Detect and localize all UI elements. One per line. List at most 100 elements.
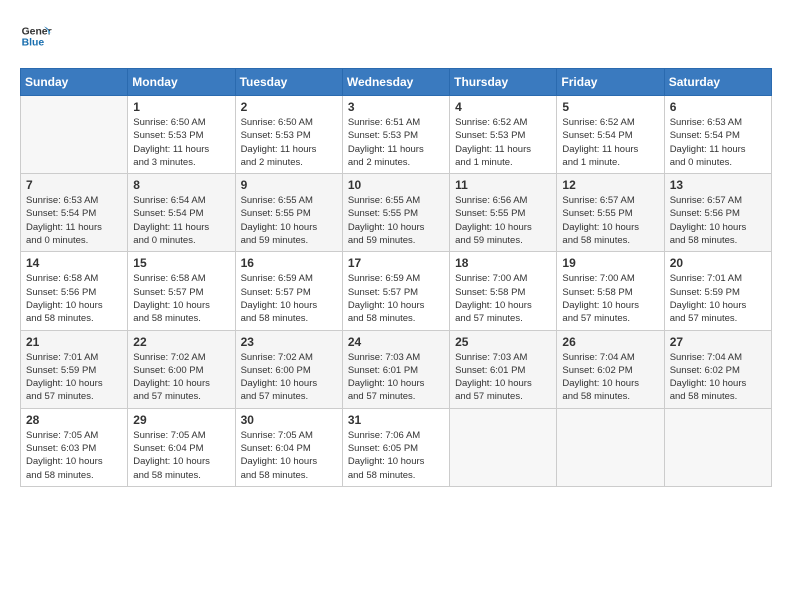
day-number: 2 xyxy=(241,100,337,114)
column-header-thursday: Thursday xyxy=(450,69,557,96)
calendar-cell: 12 Sunrise: 6:57 AM Sunset: 5:55 PM Dayli… xyxy=(557,174,664,252)
calendar-cell: 21 Sunrise: 7:01 AM Sunset: 5:59 PM Dayli… xyxy=(21,330,128,408)
day-number: 14 xyxy=(26,256,122,270)
day-number: 9 xyxy=(241,178,337,192)
day-number: 12 xyxy=(562,178,658,192)
day-number: 26 xyxy=(562,335,658,349)
calendar-cell: 30 Sunrise: 7:05 AM Sunset: 6:04 PM Dayli… xyxy=(235,408,342,486)
day-number: 5 xyxy=(562,100,658,114)
day-info: Sunrise: 6:59 AM Sunset: 5:57 PM Dayligh… xyxy=(348,272,444,325)
day-info: Sunrise: 6:58 AM Sunset: 5:56 PM Dayligh… xyxy=(26,272,122,325)
calendar-cell: 23 Sunrise: 7:02 AM Sunset: 6:00 PM Dayli… xyxy=(235,330,342,408)
calendar-cell: 16 Sunrise: 6:59 AM Sunset: 5:57 PM Dayli… xyxy=(235,252,342,330)
calendar-cell: 15 Sunrise: 6:58 AM Sunset: 5:57 PM Dayli… xyxy=(128,252,235,330)
svg-text:Blue: Blue xyxy=(22,38,45,49)
day-info: Sunrise: 6:55 AM Sunset: 5:55 PM Dayligh… xyxy=(241,194,337,247)
column-header-saturday: Saturday xyxy=(664,69,771,96)
day-number: 28 xyxy=(26,413,122,427)
week-row-3: 14 Sunrise: 6:58 AM Sunset: 5:56 PM Dayli… xyxy=(21,252,772,330)
calendar-cell: 4Sunrise: 6:52 AM Sunset: 5:53 PM Daylig… xyxy=(450,96,557,174)
calendar-cell: 18 Sunrise: 7:00 AM Sunset: 5:58 PM Dayli… xyxy=(450,252,557,330)
day-number: 18 xyxy=(455,256,551,270)
calendar-cell: 1 Sunrise: 6:50 AM Sunset: 5:53 PM Daylig… xyxy=(128,96,235,174)
calendar-cell: 20Sunrise: 7:01 AM Sunset: 5:59 PM Dayli… xyxy=(664,252,771,330)
day-info: Sunrise: 7:03 AM Sunset: 6:01 PM Dayligh… xyxy=(348,351,444,404)
column-header-tuesday: Tuesday xyxy=(235,69,342,96)
day-number: 3 xyxy=(348,100,444,114)
calendar-cell: 13 Sunrise: 6:57 AM Sunset: 5:56 PM Dayli… xyxy=(664,174,771,252)
logo-icon: General Blue xyxy=(20,20,52,52)
calendar-cell: 14 Sunrise: 6:58 AM Sunset: 5:56 PM Dayli… xyxy=(21,252,128,330)
day-info: Sunrise: 7:04 AM Sunset: 6:02 PM Dayligh… xyxy=(562,351,658,404)
day-info: Sunrise: 6:50 AM Sunset: 5:53 PM Dayligh… xyxy=(241,116,337,169)
day-number: 30 xyxy=(241,413,337,427)
day-info: Sunrise: 6:53 AM Sunset: 5:54 PM Dayligh… xyxy=(670,116,766,169)
logo: General Blue xyxy=(20,20,52,52)
day-number: 19 xyxy=(562,256,658,270)
day-number: 4 xyxy=(455,100,551,114)
column-header-monday: Monday xyxy=(128,69,235,96)
day-number: 29 xyxy=(133,413,229,427)
calendar-cell: 2 Sunrise: 6:50 AM Sunset: 5:53 PM Daylig… xyxy=(235,96,342,174)
day-info: Sunrise: 6:54 AM Sunset: 5:54 PM Dayligh… xyxy=(133,194,229,247)
day-info: Sunrise: 6:57 AM Sunset: 5:55 PM Dayligh… xyxy=(562,194,658,247)
day-number: 21 xyxy=(26,335,122,349)
day-number: 15 xyxy=(133,256,229,270)
day-info: Sunrise: 6:53 AM Sunset: 5:54 PM Dayligh… xyxy=(26,194,122,247)
calendar-header-row: SundayMondayTuesdayWednesdayThursdayFrid… xyxy=(21,69,772,96)
day-info: Sunrise: 7:01 AM Sunset: 5:59 PM Dayligh… xyxy=(670,272,766,325)
day-number: 1 xyxy=(133,100,229,114)
day-info: Sunrise: 7:01 AM Sunset: 5:59 PM Dayligh… xyxy=(26,351,122,404)
calendar-cell: 7 Sunrise: 6:53 AM Sunset: 5:54 PM Daylig… xyxy=(21,174,128,252)
calendar-cell: 8 Sunrise: 6:54 AM Sunset: 5:54 PM Daylig… xyxy=(128,174,235,252)
day-number: 17 xyxy=(348,256,444,270)
day-info: Sunrise: 7:05 AM Sunset: 6:04 PM Dayligh… xyxy=(241,429,337,482)
day-info: Sunrise: 7:02 AM Sunset: 6:00 PM Dayligh… xyxy=(241,351,337,404)
day-info: Sunrise: 6:56 AM Sunset: 5:55 PM Dayligh… xyxy=(455,194,551,247)
day-info: Sunrise: 6:59 AM Sunset: 5:57 PM Dayligh… xyxy=(241,272,337,325)
calendar-cell: 3 Sunrise: 6:51 AM Sunset: 5:53 PM Daylig… xyxy=(342,96,449,174)
day-number: 8 xyxy=(133,178,229,192)
day-info: Sunrise: 6:51 AM Sunset: 5:53 PM Dayligh… xyxy=(348,116,444,169)
day-info: Sunrise: 6:58 AM Sunset: 5:57 PM Dayligh… xyxy=(133,272,229,325)
svg-text:General: General xyxy=(22,26,52,37)
column-header-sunday: Sunday xyxy=(21,69,128,96)
day-number: 25 xyxy=(455,335,551,349)
calendar-cell: 31Sunrise: 7:06 AM Sunset: 6:05 PM Dayli… xyxy=(342,408,449,486)
day-info: Sunrise: 6:57 AM Sunset: 5:56 PM Dayligh… xyxy=(670,194,766,247)
calendar-cell xyxy=(557,408,664,486)
day-number: 24 xyxy=(348,335,444,349)
column-header-wednesday: Wednesday xyxy=(342,69,449,96)
week-row-4: 21 Sunrise: 7:01 AM Sunset: 5:59 PM Dayli… xyxy=(21,330,772,408)
day-info: Sunrise: 7:06 AM Sunset: 6:05 PM Dayligh… xyxy=(348,429,444,482)
day-number: 27 xyxy=(670,335,766,349)
day-info: Sunrise: 6:50 AM Sunset: 5:53 PM Dayligh… xyxy=(133,116,229,169)
column-header-friday: Friday xyxy=(557,69,664,96)
calendar-cell: 19Sunrise: 7:00 AM Sunset: 5:58 PM Dayli… xyxy=(557,252,664,330)
day-info: Sunrise: 6:55 AM Sunset: 5:55 PM Dayligh… xyxy=(348,194,444,247)
day-info: Sunrise: 6:52 AM Sunset: 5:54 PM Dayligh… xyxy=(562,116,658,169)
calendar-cell: 27 Sunrise: 7:04 AM Sunset: 6:02 PM Dayli… xyxy=(664,330,771,408)
calendar-cell: 10 Sunrise: 6:55 AM Sunset: 5:55 PM Dayli… xyxy=(342,174,449,252)
day-number: 23 xyxy=(241,335,337,349)
week-row-2: 7 Sunrise: 6:53 AM Sunset: 5:54 PM Daylig… xyxy=(21,174,772,252)
calendar-cell: 9 Sunrise: 6:55 AM Sunset: 5:55 PM Daylig… xyxy=(235,174,342,252)
day-info: Sunrise: 7:05 AM Sunset: 6:03 PM Dayligh… xyxy=(26,429,122,482)
calendar-cell: 26 Sunrise: 7:04 AM Sunset: 6:02 PM Dayli… xyxy=(557,330,664,408)
calendar-cell: 6Sunrise: 6:53 AM Sunset: 5:54 PM Daylig… xyxy=(664,96,771,174)
day-info: Sunrise: 7:05 AM Sunset: 6:04 PM Dayligh… xyxy=(133,429,229,482)
day-number: 13 xyxy=(670,178,766,192)
calendar-cell: 28 Sunrise: 7:05 AM Sunset: 6:03 PM Dayli… xyxy=(21,408,128,486)
day-number: 16 xyxy=(241,256,337,270)
calendar-cell: 25Sunrise: 7:03 AM Sunset: 6:01 PM Dayli… xyxy=(450,330,557,408)
calendar-cell: 5 Sunrise: 6:52 AM Sunset: 5:54 PM Daylig… xyxy=(557,96,664,174)
day-info: Sunrise: 7:04 AM Sunset: 6:02 PM Dayligh… xyxy=(670,351,766,404)
calendar-cell: 29 Sunrise: 7:05 AM Sunset: 6:04 PM Dayli… xyxy=(128,408,235,486)
day-info: Sunrise: 7:02 AM Sunset: 6:00 PM Dayligh… xyxy=(133,351,229,404)
page-header: General Blue xyxy=(20,20,772,52)
calendar-cell xyxy=(664,408,771,486)
day-info: Sunrise: 7:00 AM Sunset: 5:58 PM Dayligh… xyxy=(455,272,551,325)
day-number: 7 xyxy=(26,178,122,192)
day-number: 10 xyxy=(348,178,444,192)
calendar-cell: 11Sunrise: 6:56 AM Sunset: 5:55 PM Dayli… xyxy=(450,174,557,252)
